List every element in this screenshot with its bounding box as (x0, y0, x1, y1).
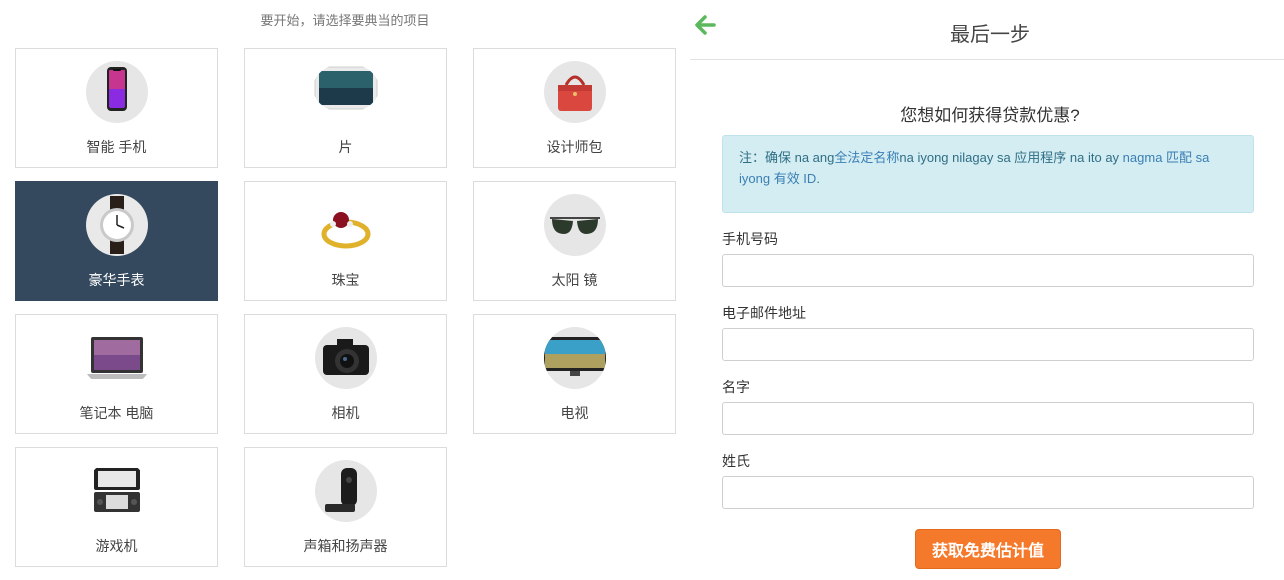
luxury-watch-icon (86, 194, 148, 256)
game-console-icon (86, 460, 148, 522)
final-step-form-panel: 最后一步 您想如何获得贷款优惠? 注：确保 na ang全法定名称na iyon… (690, 0, 1284, 580)
category-card-camera[interactable]: 相机 (244, 314, 447, 434)
category-label: 太阳 镜 (551, 272, 598, 288)
page-title: 最后一步 (950, 24, 1030, 46)
category-card-speaker[interactable]: 声箱和扬声器 (244, 447, 447, 567)
designer-bag-icon (544, 61, 606, 123)
notice-text: na iyong nilagay sa 应用程序 na ito ay (899, 150, 1123, 165)
form-question: 您想如何获得贷款优惠? (900, 106, 1080, 125)
notice-link-legal-name[interactable]: 全法定名称 (834, 150, 899, 165)
category-prompt: 要开始，请选择要典当的项目 (260, 13, 430, 28)
category-label: 笔记本 电脑 (79, 405, 154, 421)
category-label: 相机 (331, 405, 360, 421)
email-input[interactable] (722, 328, 1254, 361)
tablet-icon (313, 63, 379, 113)
speaker-icon (315, 460, 377, 522)
category-label: 声箱和扬声器 (303, 538, 388, 554)
first-name-input[interactable] (722, 402, 1254, 435)
category-card-luxury-watch[interactable]: 豪华手表 (15, 181, 218, 301)
notice-alert: 注：确保 na ang全法定名称na iyong nilagay sa 应用程序… (722, 135, 1254, 213)
category-label: 珠宝 (331, 272, 360, 288)
phone-label: 手机号码 (722, 231, 778, 247)
category-label: 豪华手表 (88, 272, 145, 288)
get-free-estimate-button[interactable]: 获取免费估计值 (915, 529, 1061, 569)
category-card-designer-bag[interactable]: 设计师包 (473, 48, 676, 168)
category-card-game-console[interactable]: 游戏机 (15, 447, 218, 567)
camera-icon (315, 327, 377, 389)
laptop-icon (82, 327, 152, 389)
sunglasses-icon (544, 194, 606, 256)
first-name-label: 名字 (722, 379, 750, 395)
category-label: 片 (338, 139, 353, 155)
category-label: 电视 (560, 405, 589, 421)
smartphone-icon (86, 61, 148, 123)
tv-icon (544, 327, 606, 389)
category-card-sunglasses[interactable]: 太阳 镜 (473, 181, 676, 301)
header-divider (690, 59, 1284, 60)
notice-text: . (816, 171, 820, 186)
category-panel: 要开始，请选择要典当的项目 智能 手机 片 设计师包 豪华手表 珠宝 太阳 镜 … (0, 0, 690, 580)
jewelry-ring-icon (315, 194, 377, 256)
category-card-laptop[interactable]: 笔记本 电脑 (15, 314, 218, 434)
category-card-tablet[interactable]: 片 (244, 48, 447, 168)
category-card-smartphone[interactable]: 智能 手机 (15, 48, 218, 168)
last-name-input[interactable] (722, 476, 1254, 509)
category-label: 游戏机 (95, 538, 138, 554)
category-label: 智能 手机 (86, 139, 147, 155)
last-name-label: 姓氏 (722, 453, 750, 469)
phone-input[interactable] (722, 254, 1254, 287)
category-card-jewelry[interactable]: 珠宝 (244, 181, 447, 301)
category-card-tv[interactable]: 电视 (473, 314, 676, 434)
notice-text: 注：确保 na ang (739, 150, 835, 165)
email-label: 电子邮件地址 (722, 305, 806, 321)
category-label: 设计师包 (546, 139, 603, 155)
